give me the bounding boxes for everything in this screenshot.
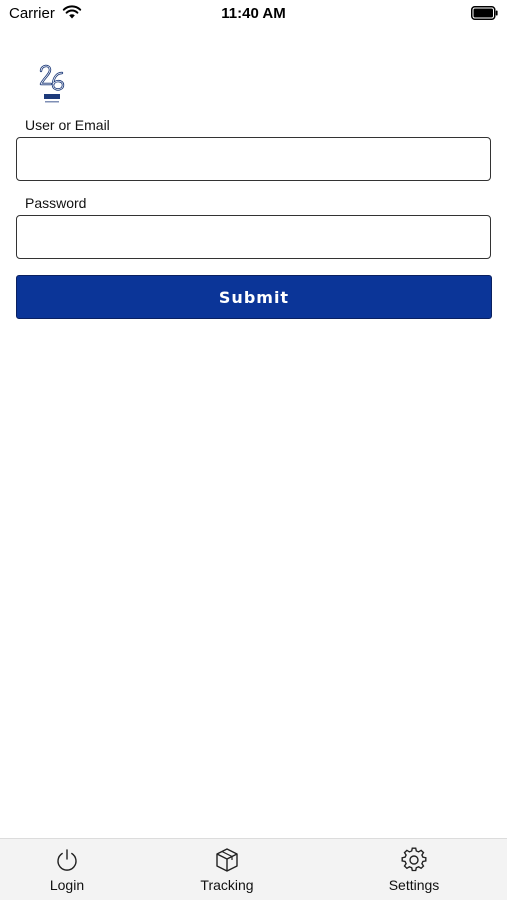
gear-icon xyxy=(401,847,427,872)
password-label: Password xyxy=(25,195,87,211)
tab-tracking-label: Tracking xyxy=(200,877,254,893)
tab-settings[interactable]: Settings xyxy=(354,839,474,900)
clock-label: 11:40 AM xyxy=(221,5,286,22)
power-icon xyxy=(57,849,77,871)
logo-26-icon xyxy=(39,64,65,103)
tab-settings-label: Settings xyxy=(388,877,440,893)
status-bar: Carrier 11:40 AM xyxy=(0,0,507,28)
package-box-icon xyxy=(216,848,238,872)
password-input[interactable] xyxy=(16,215,491,259)
tab-login[interactable]: Login xyxy=(7,839,127,900)
tab-login-label: Login xyxy=(49,877,85,893)
user-or-email-label: User or Email xyxy=(25,117,110,133)
tab-bar: Login Tracking Settings xyxy=(0,838,507,900)
tab-tracking[interactable]: Tracking xyxy=(167,839,287,900)
user-or-email-input[interactable] xyxy=(16,137,491,181)
login-screen: Carrier 11:40 AM User or Email Password … xyxy=(0,0,507,900)
battery-icon xyxy=(471,6,498,20)
submit-button[interactable]: Submit xyxy=(16,275,492,319)
